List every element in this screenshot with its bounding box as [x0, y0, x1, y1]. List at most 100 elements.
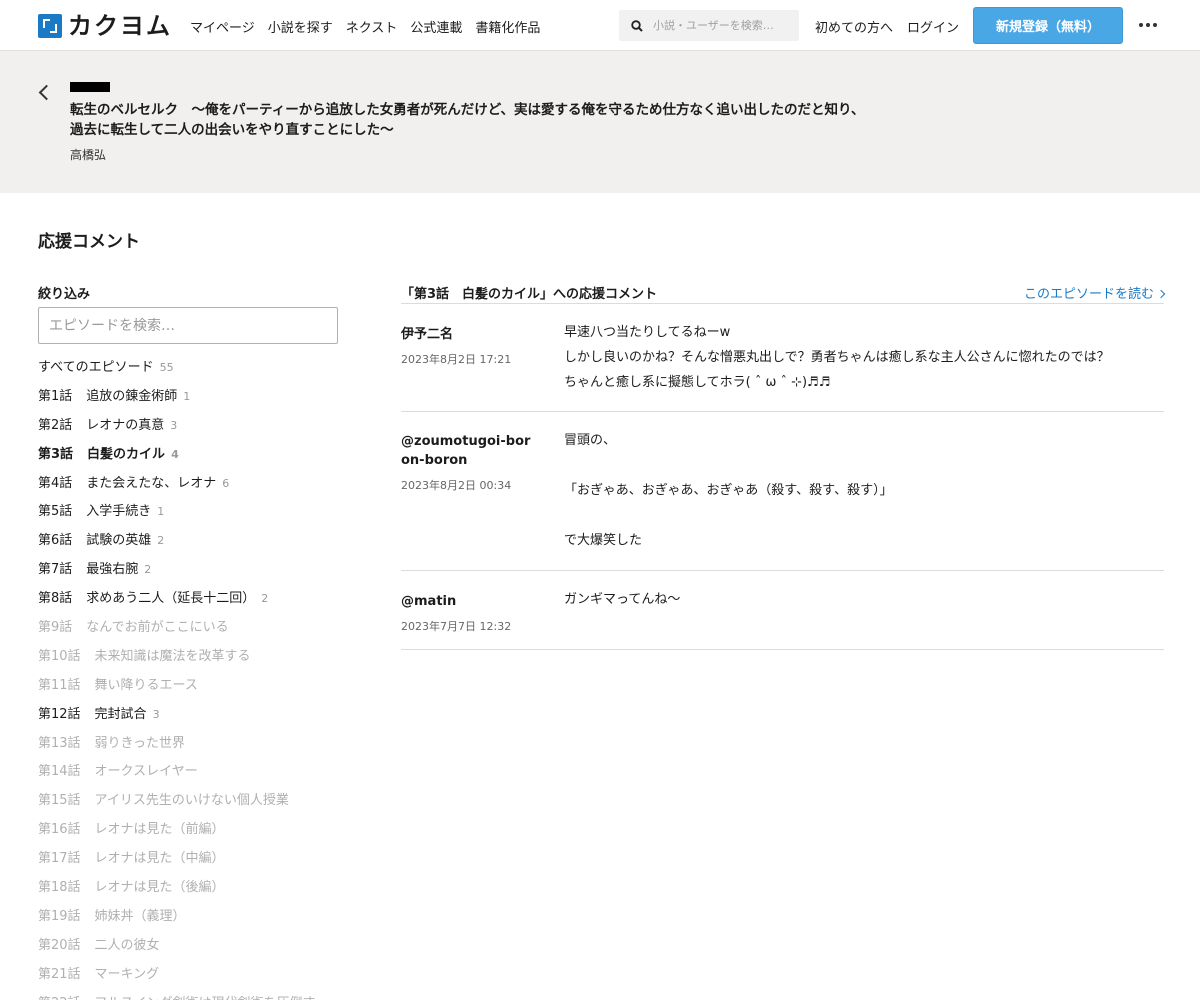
- episode-number: 第19話: [38, 908, 81, 924]
- episode-number: 第13話: [38, 735, 81, 751]
- comment-user[interactable]: @zoumotugoi-boron-boron: [401, 432, 531, 470]
- episode-title: レオナは見た（前編）: [94, 822, 225, 838]
- episode-item[interactable]: 第14話 オークスレイヤー: [38, 762, 316, 791]
- read-episode-label: このエピソードを読む: [1023, 287, 1154, 302]
- episode-all-label: すべてのエピソード: [38, 360, 154, 375]
- episode-number: 第8話: [38, 591, 73, 607]
- episode-search-input[interactable]: [38, 307, 338, 344]
- episode-title: レオナは見た（後編）: [94, 880, 225, 896]
- filter-label: 絞り込み: [38, 287, 91, 302]
- page-title: 応援コメント: [38, 232, 140, 252]
- comments-header: 「第3話 白髪のカイル」への応援コメント このエピソードを読む: [401, 283, 1166, 304]
- nav-next[interactable]: ネクスト: [346, 17, 398, 36]
- episode-item[interactable]: 第6話 試験の英雄 2: [38, 531, 316, 560]
- signup-button[interactable]: 新規登録（無料）: [973, 7, 1123, 44]
- comment-line: [564, 453, 1164, 478]
- episode-item[interactable]: 第1話 追放の錬金術師 1: [38, 387, 316, 416]
- episode-item[interactable]: 第16話 レオナは見た（前編）: [38, 820, 316, 849]
- episode-title: 姉妹丼（義理）: [94, 908, 186, 924]
- nav-mypage[interactable]: マイページ: [190, 17, 255, 36]
- comment-line: [564, 503, 1164, 528]
- comment-body: 早速八つ当たりしてるねーw しかし良いのかね？そんな憎悪丸出しで？勇者ちゃんは癒し…: [564, 320, 1164, 395]
- episode-number: 第16話: [38, 822, 81, 838]
- site-search-input[interactable]: [653, 19, 793, 32]
- nav-official[interactable]: 公式連載: [410, 17, 462, 36]
- episode-comment-count: 1: [183, 389, 191, 403]
- logo-mark-icon: [38, 14, 62, 38]
- episode-item[interactable]: 第8話 求めあう二人（延長十二回） 2: [38, 589, 316, 618]
- episode-item[interactable]: 第20話 二人の彼女: [38, 936, 316, 965]
- episode-item[interactable]: 第2話 レオナの真意 3: [38, 416, 316, 445]
- episode-title: なんでお前がここにいる: [86, 620, 229, 636]
- nav-books[interactable]: 書籍化作品: [475, 17, 540, 36]
- login-link[interactable]: ログイン: [907, 17, 959, 36]
- episode-number: 第10話: [38, 648, 81, 664]
- work-author[interactable]: 高橋弘: [70, 146, 106, 163]
- episode-item[interactable]: 第5話 入学手続き 1: [38, 502, 316, 531]
- comment-line: しかし良いのかね？そんな憎悪丸出しで？勇者ちゃんは癒し系な主人公さんに惚れたので…: [564, 350, 1110, 365]
- episode-title: 完封試合: [94, 706, 147, 722]
- episode-comment-count: 3: [170, 418, 178, 432]
- comment-line: 冒頭の、: [564, 433, 617, 448]
- episode-comment-count: 3: [152, 707, 160, 721]
- global-header: カクヨム マイページ 小説を探す ネクスト 公式連載 書籍化作品 初めての方へ …: [0, 0, 1200, 51]
- comment-line: 「おぎゃあ、おぎゃあ、おぎゃあ（殺す、殺す、殺す）」: [564, 483, 893, 498]
- episode-title: 追放の錬金術師: [86, 388, 178, 404]
- episode-item[interactable]: 第11話 舞い降りるエース: [38, 676, 316, 705]
- logo-text: カクヨム: [68, 12, 172, 40]
- episode-number: 第1話: [38, 388, 73, 404]
- episode-item[interactable]: 第9話 なんでお前がここにいる: [38, 618, 316, 647]
- episode-item[interactable]: 第7話 最強右腕 2: [38, 560, 316, 589]
- episode-comment-count: 4: [171, 447, 179, 461]
- read-episode-link[interactable]: このエピソードを読む: [1023, 283, 1166, 302]
- episode-item[interactable]: 第19話 姉妹丼（義理）: [38, 907, 316, 936]
- comment-line: ガンギマってんね〜: [564, 592, 681, 607]
- episode-list: すべてのエピソード 55 第1話 追放の錬金術師 1 第2話 レオナの真意 3 第3話 白髪のカ…: [38, 358, 316, 1000]
- episode-item-all[interactable]: すべてのエピソード 55: [38, 358, 316, 387]
- episode-item[interactable]: 第3話 白髪のカイル 4: [38, 445, 316, 474]
- episode-number: 第9話: [38, 620, 73, 636]
- search-icon: [631, 19, 643, 32]
- comment-body: ガンギマってんね〜: [564, 587, 1164, 612]
- comment-body: 冒頭の、「おぎゃあ、おぎゃあ、おぎゃあ（殺す、殺す、殺す）」 で大爆笑した: [564, 428, 1164, 553]
- episode-number: 第12話: [38, 706, 81, 722]
- episode-item[interactable]: 第18話 レオナは見た（後編）: [38, 878, 316, 907]
- comment-user[interactable]: @matin: [401, 592, 531, 611]
- episode-comment-count: 2: [157, 534, 165, 548]
- comment-date: 2023年7月7日 12:32: [401, 620, 512, 633]
- more-menu-icon[interactable]: [1136, 13, 1160, 37]
- comment-line: で大爆笑した: [564, 533, 643, 548]
- site-logo[interactable]: カクヨム: [38, 12, 172, 40]
- episode-item[interactable]: 第13話 弱りきった世界: [38, 734, 316, 763]
- comment-date: 2023年8月2日 00:34: [401, 479, 512, 492]
- back-arrow-icon[interactable]: [37, 84, 51, 102]
- episode-item[interactable]: 第17話 レオナは見た（中編）: [38, 849, 316, 878]
- episode-item[interactable]: 第15話 アイリス先生のいけない個人授業: [38, 791, 316, 820]
- episode-title: また会えたな、レオナ: [86, 475, 217, 491]
- episode-number: 第17話: [38, 851, 81, 867]
- episode-item[interactable]: 第21話 マーキング: [38, 965, 316, 994]
- episode-item[interactable]: 第12話 完封試合 3: [38, 705, 316, 734]
- genre-color-bar: [70, 82, 110, 92]
- episode-number: 第4話: [38, 475, 73, 491]
- episode-title: 舞い降りるエース: [94, 677, 198, 693]
- episode-number: 第14話: [38, 764, 81, 780]
- episode-number: 第20話: [38, 937, 81, 953]
- episode-comment-count: 6: [222, 476, 230, 490]
- work-title[interactable]: 転生のベルセルク 〜俺をパーティーから追放した女勇者が死んだけど、実は愛する俺を…: [70, 100, 870, 140]
- episode-title: レオナは見た（中編）: [94, 851, 225, 867]
- nav-search-novels[interactable]: 小説を探す: [268, 17, 333, 36]
- episode-title: アイリス先生のいけない個人授業: [94, 793, 289, 809]
- comments-panel: 「第3話 白髪のカイル」への応援コメント このエピソードを読む 伊予二名 2023…: [401, 283, 1166, 650]
- episode-number: 第18話: [38, 880, 81, 896]
- comment-user[interactable]: 伊予二名: [401, 325, 531, 344]
- site-search: [619, 10, 799, 41]
- episode-title: 弱りきった世界: [94, 735, 186, 751]
- first-time-link[interactable]: 初めての方へ: [815, 17, 893, 36]
- episode-item[interactable]: 第22話 フルスイング剣術は現代剣術を圧倒す: [38, 994, 316, 1000]
- episode-item[interactable]: 第4話 また会えたな、レオナ 6: [38, 474, 316, 503]
- episode-comment-count: 1: [157, 505, 165, 519]
- episode-item[interactable]: 第10話 未来知識は魔法を改革する: [38, 647, 316, 676]
- episode-number: 第15話: [38, 793, 81, 809]
- episode-comment-count: 2: [144, 563, 152, 577]
